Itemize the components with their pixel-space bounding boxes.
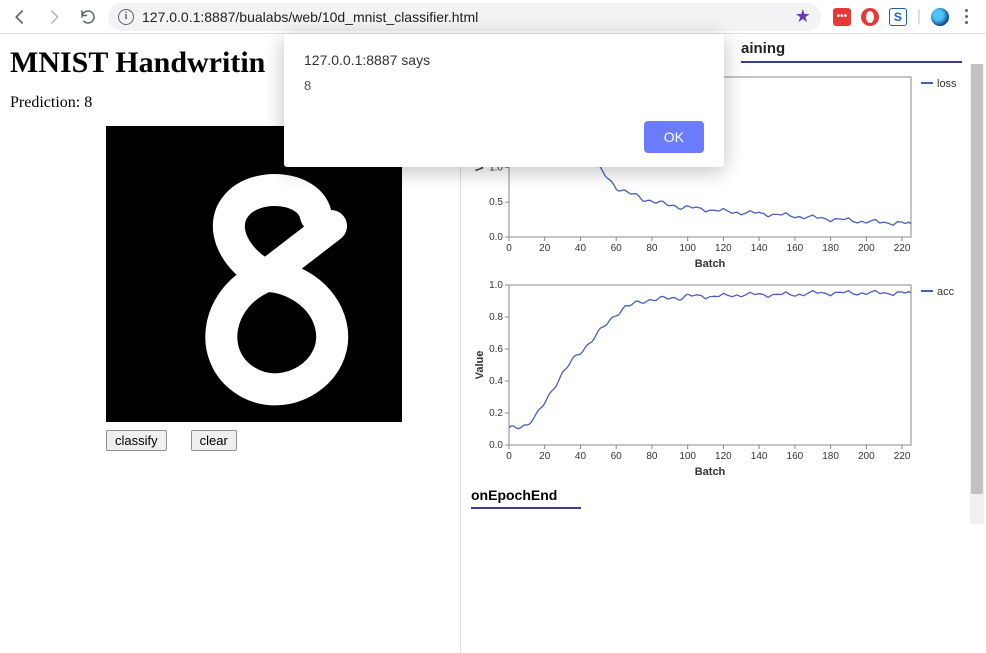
extension-opera-icon[interactable] <box>861 8 879 26</box>
svg-text:0.6: 0.6 <box>489 344 503 355</box>
forward-button[interactable] <box>40 3 68 31</box>
vis-header: aining <box>741 34 962 63</box>
dialog-origin: 127.0.0.1:8887 says <box>304 52 704 68</box>
bookmark-star-icon[interactable]: ★ <box>795 6 811 27</box>
extension-lastpass-icon[interactable]: ••• <box>833 8 851 26</box>
classify-button[interactable]: classify <box>106 430 167 451</box>
scroll-thumb[interactable] <box>971 64 983 494</box>
svg-text:180: 180 <box>822 243 839 254</box>
svg-text:acc: acc <box>937 286 955 298</box>
svg-text:Batch: Batch <box>695 258 726 270</box>
svg-text:0.5: 0.5 <box>489 197 503 208</box>
svg-text:100: 100 <box>679 243 696 254</box>
svg-text:0.8: 0.8 <box>489 312 503 323</box>
url-text: 127.0.0.1:8887/bualabs/web/10d_mnist_cla… <box>142 9 787 25</box>
address-bar[interactable]: i 127.0.0.1:8887/bualabs/web/10d_mnist_c… <box>108 3 821 31</box>
svg-text:1.0: 1.0 <box>489 280 503 291</box>
svg-text:120: 120 <box>715 451 732 462</box>
svg-text:40: 40 <box>575 243 587 254</box>
dialog-ok-button[interactable]: OK <box>644 121 704 153</box>
acc-chart: 0.0 0.2 0.4 0.6 0.8 1.0 0 20 40 60 80 100 120 140 160 1… <box>471 279 986 479</box>
svg-text:220: 220 <box>894 451 911 462</box>
panel-scrollbar[interactable] <box>970 64 984 524</box>
chrome-menu-icon[interactable] <box>959 9 974 24</box>
site-info-icon[interactable]: i <box>118 9 134 25</box>
reload-button[interactable] <box>74 3 102 31</box>
svg-text:180: 180 <box>822 451 839 462</box>
svg-text:Value: Value <box>474 351 486 380</box>
browser-toolbar: i 127.0.0.1:8887/bualabs/web/10d_mnist_c… <box>0 0 986 34</box>
extensions: ••• S | <box>827 8 980 26</box>
clear-button[interactable]: clear <box>191 430 237 451</box>
svg-text:0.0: 0.0 <box>489 440 503 451</box>
svg-text:220: 220 <box>894 243 911 254</box>
alert-dialog: 127.0.0.1:8887 says 8 OK <box>284 34 724 167</box>
svg-text:160: 160 <box>787 451 804 462</box>
extension-s-icon[interactable]: S <box>889 8 907 26</box>
back-button[interactable] <box>6 3 34 31</box>
svg-text:80: 80 <box>646 243 658 254</box>
drawing-canvas[interactable] <box>106 126 402 422</box>
svg-text:60: 60 <box>611 243 623 254</box>
svg-text:60: 60 <box>611 451 623 462</box>
svg-text:120: 120 <box>715 243 732 254</box>
svg-text:0: 0 <box>506 451 512 462</box>
svg-text:140: 140 <box>751 451 768 462</box>
svg-text:20: 20 <box>539 243 551 254</box>
dialog-message: 8 <box>304 78 704 93</box>
svg-text:140: 140 <box>751 243 768 254</box>
svg-text:0: 0 <box>506 243 512 254</box>
svg-text:80: 80 <box>646 451 658 462</box>
svg-text:Batch: Batch <box>695 466 726 478</box>
svg-text:0.0: 0.0 <box>489 232 503 243</box>
profile-avatar-icon[interactable] <box>931 8 949 26</box>
svg-text:100: 100 <box>679 451 696 462</box>
svg-text:200: 200 <box>858 451 875 462</box>
svg-text:loss: loss <box>937 78 957 90</box>
svg-text:40: 40 <box>575 451 587 462</box>
svg-text:20: 20 <box>539 451 551 462</box>
vis-footer-label: onEpochEnd <box>471 483 581 509</box>
svg-text:0.4: 0.4 <box>489 376 503 387</box>
svg-text:160: 160 <box>787 243 804 254</box>
svg-text:0.2: 0.2 <box>489 408 503 419</box>
svg-text:200: 200 <box>858 243 875 254</box>
